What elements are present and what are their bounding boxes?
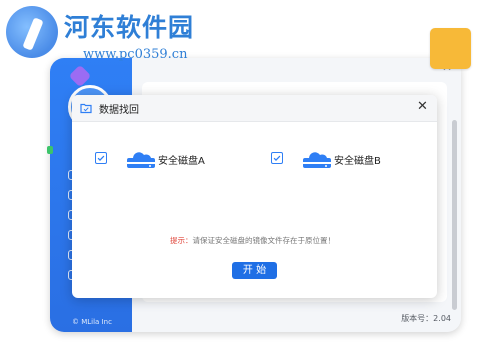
app-logo-badge-icon — [68, 64, 92, 88]
green-tab-marker — [47, 146, 53, 154]
hint-message: 提示：请保证安全磁盘的镜像文件存在于原位置！ — [170, 235, 335, 246]
disk-a-checkbox[interactable] — [95, 152, 107, 164]
disk-b-checkbox[interactable] — [271, 152, 283, 164]
hint-label: 提示： — [170, 236, 193, 245]
disk-b-label: 安全磁盘B — [334, 156, 381, 167]
version-label: 版本号：2.04 — [401, 314, 451, 323]
watermark-logo — [6, 6, 58, 58]
close-icon[interactable]: ✕ — [417, 100, 428, 113]
copyright-text: © MLila Inc — [72, 318, 112, 326]
data-recovery-dialog: 数据找回 ✕ 安全磁盘A 安全磁盘B 提示：请保证安全磁盘的镜像文件存在于原位置… — [72, 95, 437, 298]
dialog-header: 数据找回 ✕ — [72, 95, 437, 122]
hint-text: 请保证安全磁盘的镜像文件存在于原位置！ — [192, 236, 336, 245]
cloud-disk-icon — [127, 152, 155, 168]
app-scrollbar[interactable] — [452, 120, 457, 310]
orange-tile — [430, 28, 471, 69]
dialog-title: 数据找回 — [99, 105, 139, 116]
watermark-url: www.pc0359.cn — [83, 47, 188, 62]
folder-recover-icon — [80, 103, 92, 114]
cloud-disk-icon — [303, 152, 331, 168]
watermark-title: 河东软件园 — [64, 13, 195, 42]
start-button[interactable]: 开 始 — [232, 262, 277, 279]
watermark-logo-mark — [22, 17, 44, 51]
disk-a-label: 安全磁盘A — [158, 156, 205, 167]
